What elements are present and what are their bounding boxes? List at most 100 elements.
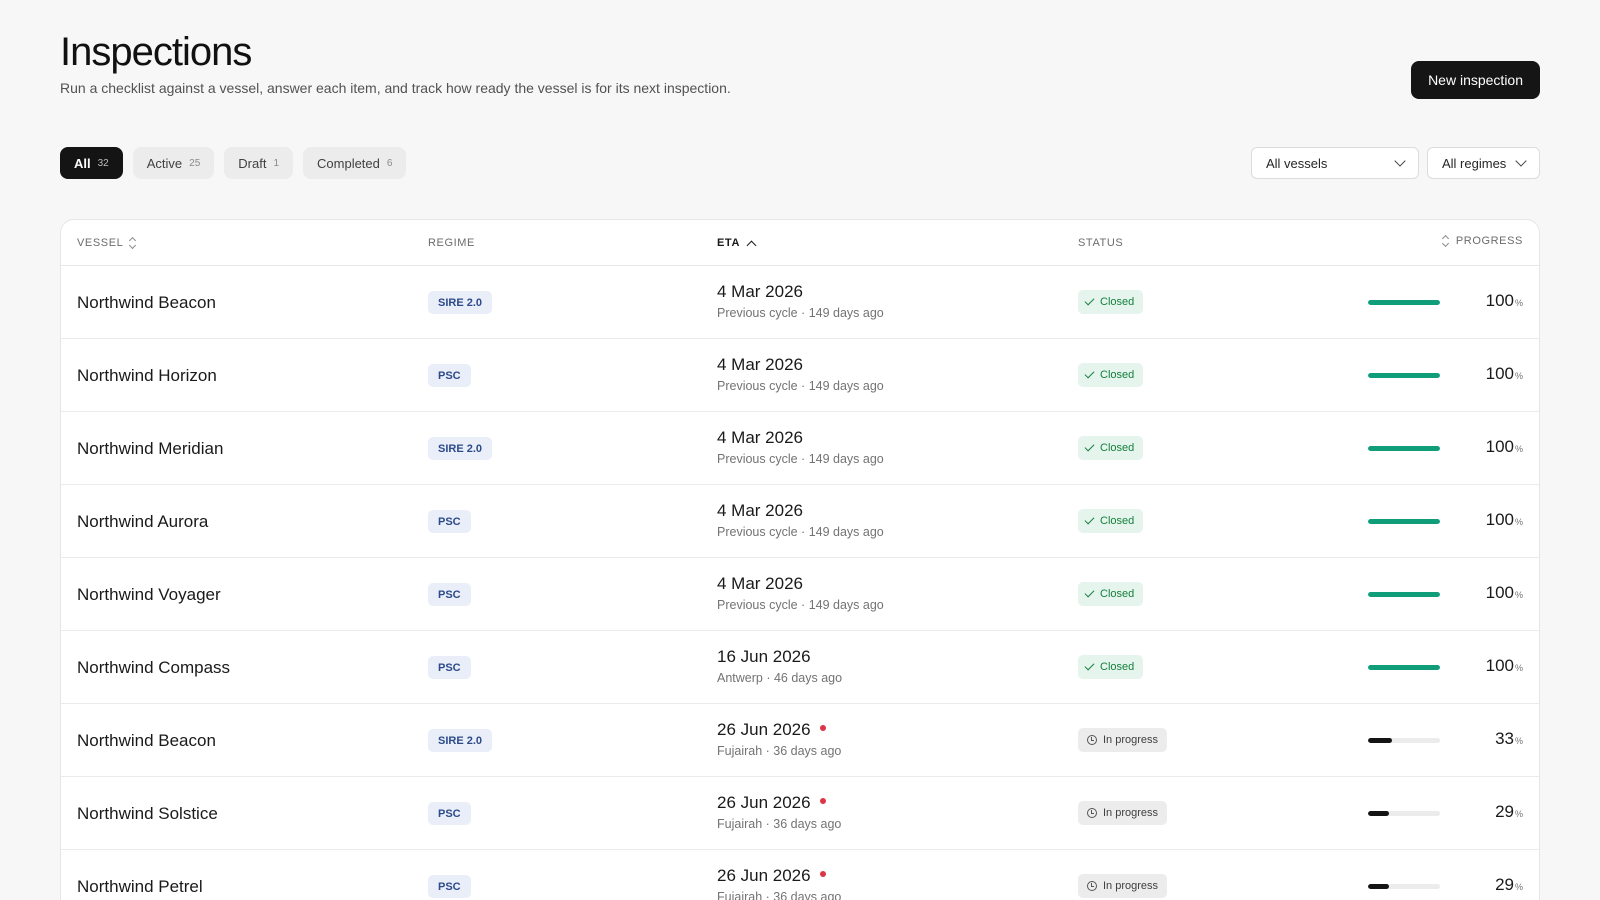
- sort-icon: [1442, 236, 1450, 246]
- column-header-eta[interactable]: ETA: [717, 237, 757, 250]
- status-label: Closed: [1100, 515, 1135, 527]
- vessel-select[interactable]: All vessels: [1251, 147, 1419, 179]
- progress-unit: %: [1514, 736, 1523, 746]
- eta-date-text: 16 Jun 2026: [717, 647, 811, 666]
- column-header-eta-label: ETA: [717, 237, 740, 249]
- progress-bar-fill: [1368, 592, 1440, 597]
- progress-bar: [1368, 373, 1440, 378]
- vessel-name[interactable]: Northwind Compass: [77, 658, 230, 678]
- column-header-status: STATUS: [1078, 237, 1123, 249]
- table-row[interactable]: Northwind Compass PSC 16 Jun 2026 Antwerp ·…: [61, 631, 1539, 704]
- regime-badge: SIRE 2.0: [428, 437, 493, 460]
- progress-bar-fill: [1368, 300, 1440, 305]
- status-label: In progress: [1103, 880, 1159, 892]
- eta-context: Fujairah · 36 days ago: [717, 817, 842, 831]
- progress-bar-fill: [1368, 665, 1440, 670]
- eta-date: 4 Mar 2026: [717, 574, 803, 594]
- progress-value: 29: [1495, 875, 1514, 894]
- progress-bar: [1368, 738, 1440, 743]
- column-header-vessel-label: VESSEL: [77, 237, 124, 249]
- filter-tab-completed[interactable]: Completed 6: [303, 147, 407, 179]
- vessel-name[interactable]: Northwind Aurora: [77, 512, 208, 532]
- table-body: Northwind Beacon SIRE 2.0 4 Mar 2026 Previo…: [61, 266, 1539, 900]
- progress-unit: %: [1514, 517, 1523, 527]
- eta-date: 4 Mar 2026: [717, 428, 803, 448]
- column-header-vessel[interactable]: VESSEL: [77, 237, 137, 249]
- table-row[interactable]: Northwind Beacon SIRE 2.0 26 Jun 2026 Fujai…: [61, 704, 1539, 777]
- eta-date-text: 26 Jun 2026: [717, 866, 811, 885]
- table-row[interactable]: Northwind Solstice PSC 26 Jun 2026 Fujairah…: [61, 777, 1539, 850]
- check-icon: [1084, 514, 1095, 525]
- vessel-name[interactable]: Northwind Solstice: [77, 804, 218, 824]
- regime-select[interactable]: All regimes: [1427, 147, 1540, 179]
- table-row[interactable]: Northwind Voyager PSC 4 Mar 2026 Previous c…: [61, 558, 1539, 631]
- status-badge: In progress: [1078, 874, 1168, 898]
- eta-context: Previous cycle · 149 days ago: [717, 598, 884, 612]
- status-label: In progress: [1103, 807, 1159, 819]
- status-filter-tabs: All 32 Active 25 Draft 1 Completed 6: [60, 147, 407, 179]
- progress-percent: 100%: [1463, 583, 1523, 603]
- progress-bar: [1368, 665, 1440, 670]
- eta-date: 26 Jun 2026: [717, 793, 826, 813]
- vessel-name[interactable]: Northwind Beacon: [77, 293, 216, 313]
- filter-tab-label: Completed: [317, 155, 380, 171]
- progress-bar: [1368, 592, 1440, 597]
- progress-percent: 100%: [1463, 437, 1523, 457]
- table-row[interactable]: Northwind Petrel PSC 26 Jun 2026 Fujairah ·…: [61, 850, 1539, 900]
- check-icon: [1084, 368, 1095, 379]
- eta-context: Previous cycle · 149 days ago: [717, 452, 884, 466]
- progress-unit: %: [1514, 298, 1523, 308]
- filter-tab-count: 6: [386, 157, 393, 169]
- check-icon: [1084, 660, 1095, 671]
- vessel-name[interactable]: Northwind Voyager: [77, 585, 221, 605]
- progress-percent: 29%: [1463, 875, 1523, 895]
- page-subtitle: Run a checklist against a vessel, answer…: [60, 80, 731, 96]
- progress-unit: %: [1514, 809, 1523, 819]
- table-row[interactable]: Northwind Aurora PSC 4 Mar 2026 Previous cy…: [61, 485, 1539, 558]
- progress-unit: %: [1514, 882, 1523, 892]
- filter-tab-all[interactable]: All 32: [60, 147, 123, 179]
- filter-selects: All vessels All regimes: [1251, 147, 1540, 179]
- new-inspection-button[interactable]: New inspection: [1411, 61, 1540, 99]
- status-label: Closed: [1100, 369, 1135, 381]
- vessel-name[interactable]: Northwind Beacon: [77, 731, 216, 751]
- page: Inspections Run a checklist against a ve…: [60, 0, 1540, 900]
- progress-bar: [1368, 300, 1440, 305]
- vessel-name[interactable]: Northwind Meridian: [77, 439, 223, 459]
- filter-tab-draft[interactable]: Draft 1: [224, 147, 294, 179]
- eta-context: Previous cycle · 149 days ago: [717, 379, 884, 393]
- eta-date: 4 Mar 2026: [717, 282, 803, 302]
- progress-value: 100: [1485, 510, 1514, 529]
- eta-date-text: 26 Jun 2026: [717, 720, 811, 739]
- progress-percent: 100%: [1463, 364, 1523, 384]
- status-badge: Closed: [1078, 582, 1144, 606]
- vessel-name[interactable]: Northwind Horizon: [77, 366, 217, 386]
- eta-date-text: 4 Mar 2026: [717, 574, 803, 593]
- check-icon: [1084, 441, 1095, 452]
- progress-value: 100: [1485, 656, 1514, 675]
- table-row[interactable]: Northwind Meridian SIRE 2.0 4 Mar 2026 Prev…: [61, 412, 1539, 485]
- eta-date-text: 4 Mar 2026: [717, 428, 803, 447]
- table-row[interactable]: Northwind Beacon SIRE 2.0 4 Mar 2026 Previo…: [61, 266, 1539, 339]
- clock-icon: [1087, 735, 1097, 745]
- eta-date: 26 Jun 2026: [717, 720, 826, 740]
- chevron-down-icon: [1515, 155, 1527, 167]
- clock-icon: [1087, 808, 1097, 818]
- table-header: VESSEL REGIME ETA STATUS PROGRESS: [61, 220, 1539, 266]
- eta-context: Fujairah · 36 days ago: [717, 890, 842, 900]
- column-header-progress[interactable]: PROGRESS: [1442, 235, 1523, 247]
- eta-date: 16 Jun 2026: [717, 647, 811, 667]
- vessel-select-value: All vessels: [1266, 155, 1328, 171]
- status-badge: Closed: [1078, 290, 1144, 314]
- table-row[interactable]: Northwind Horizon PSC 4 Mar 2026 Previous c…: [61, 339, 1539, 412]
- progress-bar: [1368, 884, 1440, 889]
- vessel-name[interactable]: Northwind Petrel: [77, 877, 203, 897]
- filter-tab-active[interactable]: Active 25: [132, 147, 215, 179]
- progress-value: 100: [1485, 437, 1514, 456]
- status-label: Closed: [1100, 661, 1135, 673]
- inspections-table: VESSEL REGIME ETA STATUS PROGRESS Northw…: [60, 219, 1540, 900]
- column-header-regime: REGIME: [428, 237, 475, 249]
- status-label: Closed: [1100, 588, 1135, 600]
- check-icon: [1084, 587, 1095, 598]
- eta-date-text: 4 Mar 2026: [717, 282, 803, 301]
